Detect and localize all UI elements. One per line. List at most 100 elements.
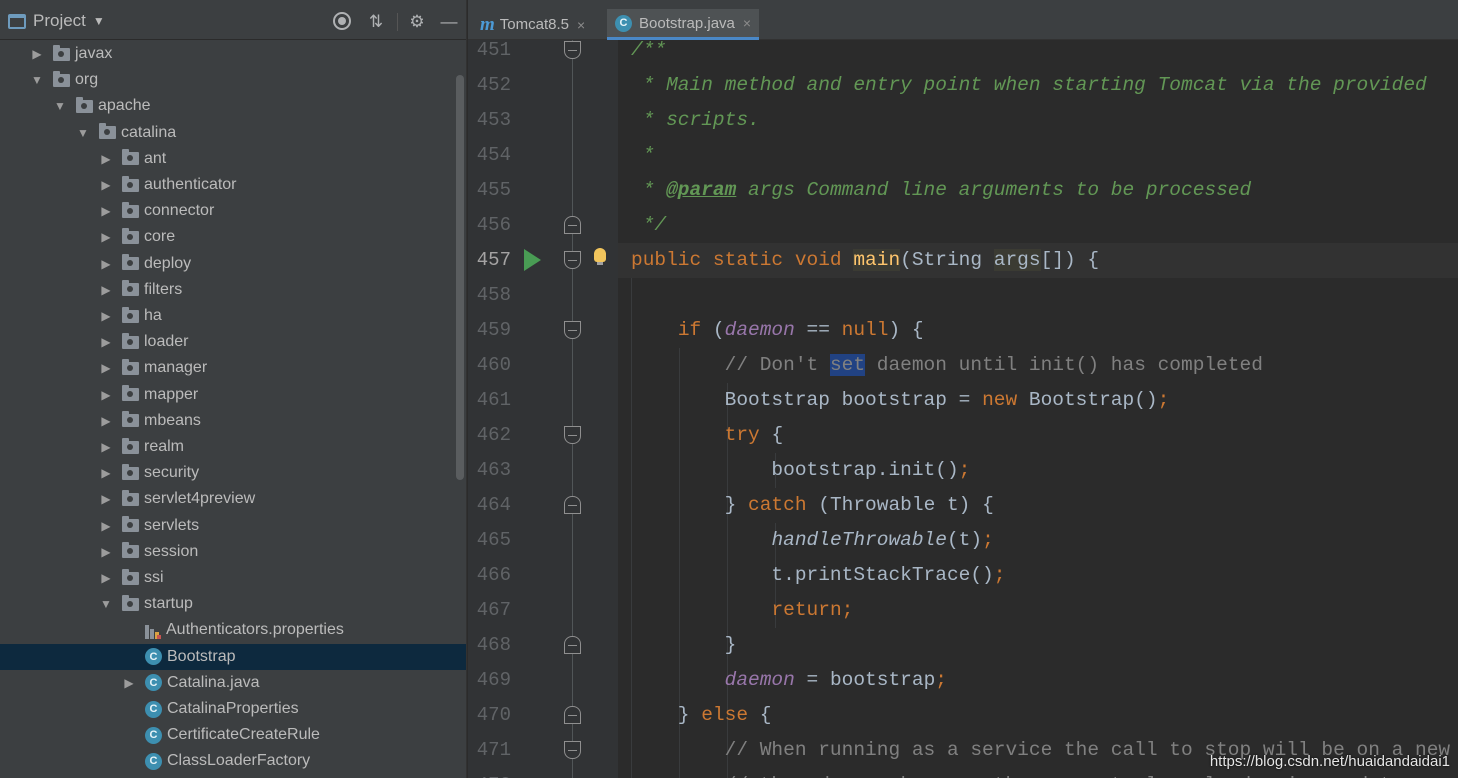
code-line: * Main method and entry point when start…	[631, 68, 1427, 103]
tree-item-org[interactable]: ▼ org	[0, 67, 466, 93]
tree-item-security[interactable]: ▶ security	[0, 460, 466, 486]
tree-item-catalinaproperties[interactable]: C CatalinaProperties	[0, 696, 466, 722]
fold-marker-icon[interactable]	[564, 706, 581, 724]
chevron-right-icon[interactable]: ▶	[30, 47, 44, 61]
project-view-selector[interactable]: Project ▼	[8, 11, 105, 31]
code-token: // Don't	[631, 354, 830, 376]
package-icon	[122, 175, 139, 192]
fold-marker-icon[interactable]	[564, 426, 581, 444]
code-token: * Main method and entry point when start…	[631, 74, 1427, 96]
tree-item-javax[interactable]: ▶ javax	[0, 41, 466, 67]
tree-item-servlet4preview[interactable]: ▶ servlet4preview	[0, 486, 466, 512]
tree-item-deploy[interactable]: ▶ deploy	[0, 251, 466, 277]
tree-item-filters[interactable]: ▶ filters	[0, 277, 466, 303]
fold-marker-icon[interactable]	[564, 741, 581, 759]
tree-item-ant[interactable]: ▶ ant	[0, 146, 466, 172]
chevron-right-icon[interactable]: ▶	[99, 571, 113, 585]
tree-item-apache[interactable]: ▼ apache	[0, 93, 466, 119]
collapse-all-icon[interactable]: ⇅	[366, 12, 386, 32]
tree-item-catalina[interactable]: ▼ catalina	[0, 120, 466, 146]
code-token: ) {	[888, 319, 924, 341]
chevron-right-icon[interactable]: ▶	[99, 283, 113, 297]
tree-item-label: security	[144, 464, 200, 482]
tree-item-core[interactable]: ▶ core	[0, 224, 466, 250]
chevron-right-icon[interactable]: ▶	[99, 178, 113, 192]
tree-item-label: javax	[75, 45, 113, 62]
code-token: Bootstrap bootstrap =	[631, 389, 983, 411]
package-icon	[99, 123, 116, 140]
tree-item-ha[interactable]: ▶ ha	[0, 303, 466, 329]
tree-item-servlets[interactable]: ▶ servlets	[0, 513, 466, 539]
fold-marker-icon[interactable]	[564, 41, 581, 59]
chevron-right-icon[interactable]: ▶	[99, 204, 113, 218]
line-number: 472	[468, 768, 511, 778]
fold-marker-icon[interactable]	[564, 216, 581, 234]
code-token: daemon	[724, 669, 795, 691]
chevron-right-icon[interactable]: ▶	[99, 152, 113, 166]
chevron-down-icon[interactable]: ▼	[76, 126, 90, 140]
java-class-icon: C	[145, 700, 162, 718]
chevron-down-icon[interactable]: ▼	[99, 597, 113, 611]
tree-item-session[interactable]: ▶ session	[0, 539, 466, 565]
editor-tabbar: m Tomcat8.5 × C Bootstrap.java ×	[468, 0, 1458, 40]
tab-bootstrap-java[interactable]: C Bootstrap.java ×	[607, 9, 760, 40]
chevron-down-icon[interactable]: ▼	[30, 73, 44, 87]
target-icon[interactable]	[333, 12, 353, 32]
minimize-icon[interactable]: —	[439, 12, 459, 32]
code-area[interactable]: /** * Main method and entry point when s…	[618, 39, 1458, 778]
line-number: 461	[476, 389, 511, 411]
tree-item-bootstrap[interactable]: C Bootstrap	[0, 643, 466, 670]
tree-item-mapper[interactable]: ▶ mapper	[0, 382, 466, 408]
run-icon[interactable]	[524, 249, 541, 271]
tree-item-authenticators-properties[interactable]: Authenticators.properties	[0, 617, 466, 643]
gear-icon[interactable]: ⚙	[407, 12, 427, 32]
code-token: catch	[748, 494, 819, 516]
tree-item-catalina-java[interactable]: ▶ C Catalina.java	[0, 670, 466, 696]
chevron-right-icon[interactable]: ▶	[99, 309, 113, 323]
code-token: if	[677, 319, 713, 341]
tree-item-label: loader	[144, 333, 189, 351]
tree-item-loader[interactable]: ▶ loader	[0, 329, 466, 355]
chevron-right-icon[interactable]: ▶	[99, 519, 113, 533]
watermark: https://blog.csdn.net/huaidandaidai1	[1209, 753, 1450, 770]
chevron-right-icon[interactable]: ▶	[99, 230, 113, 244]
tree-scrollbar[interactable]	[456, 75, 464, 480]
tree-item-manager[interactable]: ▶ manager	[0, 355, 466, 381]
fold-marker-icon[interactable]	[564, 251, 581, 269]
tree-item-realm[interactable]: ▶ realm	[0, 434, 466, 460]
fold-marker-icon[interactable]	[564, 321, 581, 339]
chevron-right-icon[interactable]: ▶	[99, 440, 113, 454]
close-icon[interactable]: ×	[743, 15, 751, 31]
code-line: * scripts.	[631, 103, 760, 138]
tree-item-startup[interactable]: ▼ startup	[0, 591, 466, 617]
package-icon	[122, 437, 139, 454]
tree-item-ssi[interactable]: ▶ ssi	[0, 565, 466, 591]
chevron-right-icon[interactable]: ▶	[99, 545, 113, 559]
chevron-right-icon[interactable]: ▶	[99, 492, 113, 506]
tree-item-authenticator[interactable]: ▶ authenticator	[0, 172, 466, 198]
tree-item-classloaderfactory[interactable]: C ClassLoaderFactory	[0, 748, 466, 774]
chevron-right-icon[interactable]: ▶	[99, 335, 113, 349]
line-number: 454	[476, 144, 511, 166]
tree-item-label: ant	[144, 149, 167, 167]
tree-item-mbeans[interactable]: ▶ mbeans	[0, 408, 466, 434]
line-number: 471	[476, 739, 511, 761]
chevron-down-icon[interactable]: ▼	[93, 14, 105, 28]
tree-item-certificatecreaterule[interactable]: C CertificateCreateRule	[0, 722, 466, 748]
close-icon[interactable]: ×	[577, 17, 585, 33]
line-number: 457	[476, 249, 511, 271]
chevron-right-icon[interactable]: ▶	[122, 676, 136, 690]
tree-item-connector[interactable]: ▶ connector	[0, 198, 466, 224]
package-icon	[53, 70, 70, 87]
editor-gutter[interactable]: 451 452 453 454 455 456 457 458 459 460 461 462 463 4…	[468, 39, 618, 778]
chevron-right-icon[interactable]: ▶	[99, 414, 113, 428]
chevron-right-icon[interactable]: ▶	[99, 466, 113, 480]
chevron-right-icon[interactable]: ▶	[99, 257, 113, 271]
lightbulb-icon[interactable]	[594, 248, 606, 265]
fold-marker-icon[interactable]	[564, 496, 581, 514]
fold-marker-icon[interactable]	[564, 636, 581, 654]
chevron-right-icon[interactable]: ▶	[99, 361, 113, 375]
line-number: 466	[476, 564, 511, 586]
chevron-down-icon[interactable]: ▼	[53, 99, 67, 113]
chevron-right-icon[interactable]: ▶	[99, 388, 113, 402]
